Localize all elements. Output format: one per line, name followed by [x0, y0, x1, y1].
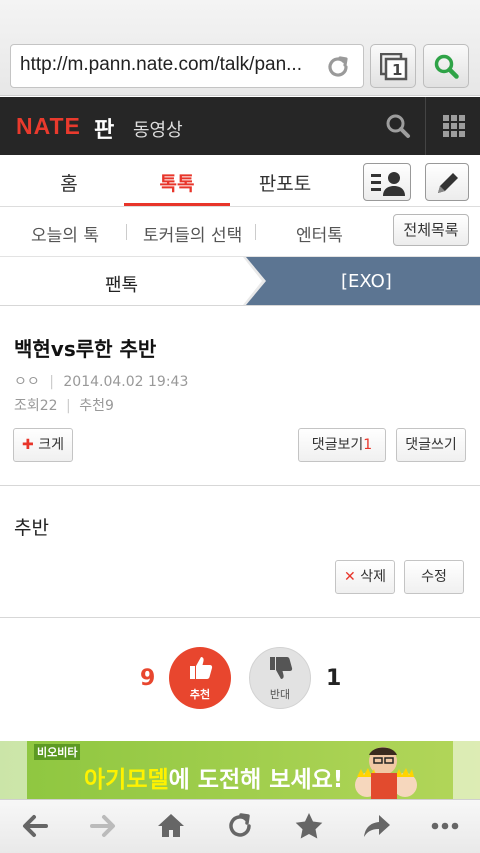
upvote-count: 9: [140, 666, 156, 691]
back-icon[interactable]: [20, 811, 50, 841]
tab-toktok[interactable]: 톡톡: [132, 169, 222, 196]
ad-brand: 비오비타: [34, 744, 81, 760]
recommend-count: 9: [104, 398, 114, 414]
font-size-label: 크게: [38, 437, 64, 453]
edit-button[interactable]: 수정: [404, 560, 464, 594]
breadcrumb: [0, 257, 480, 305]
my-page-button[interactable]: [363, 163, 411, 201]
reload-icon[interactable]: [225, 811, 255, 841]
reload-icon[interactable]: [323, 52, 353, 82]
baby-photo-image: [355, 747, 417, 799]
upvote-label: 추천: [189, 688, 211, 701]
downvote-count: 1: [326, 666, 342, 691]
views-count: 22: [39, 398, 58, 414]
submenu-today-talk[interactable]: 오늘의 톡: [31, 221, 99, 246]
tab-panphoto[interactable]: 판포토: [240, 169, 330, 196]
browser-search-button[interactable]: [423, 44, 469, 88]
post-title: 백현vs루한 추반: [14, 337, 157, 361]
write-post-button[interactable]: [425, 163, 469, 201]
submenu-entertalk[interactable]: 엔터톡: [296, 221, 343, 246]
post-date: 2014.04.02 19:43: [63, 374, 189, 390]
url-text[interactable]: http://m.pann.nate.com/talk/pan...: [20, 54, 320, 76]
tabs-button[interactable]: 1: [370, 44, 416, 88]
search-icon[interactable]: [385, 113, 411, 139]
home-icon[interactable]: [156, 811, 186, 841]
breadcrumb-parent[interactable]: 팬톡: [105, 271, 138, 297]
bookmark-star-icon[interactable]: [294, 811, 324, 841]
post-author: ㅇㅇ: [14, 374, 40, 390]
submenu-separator: [255, 224, 256, 240]
active-tab-indicator: [124, 203, 230, 206]
header-divider: [425, 97, 426, 155]
thumbs-up-icon: [190, 657, 213, 679]
post-body-divider: [0, 617, 480, 618]
font-size-button[interactable]: ✚ 크게: [13, 428, 73, 462]
post-meta: ㅇㅇ | 2014.04.02 19:43: [14, 374, 189, 390]
pann-label[interactable]: 판: [94, 112, 114, 144]
forward-icon[interactable]: [88, 811, 118, 841]
video-link[interactable]: 동영상: [133, 116, 183, 142]
share-icon[interactable]: [362, 811, 392, 841]
profile-list-icon: [371, 172, 405, 196]
tab-count: 1: [392, 61, 403, 79]
ad-text-rest: 에 도전해 보세요!: [168, 767, 344, 793]
submenu-separator: [126, 224, 127, 240]
tab-home[interactable]: 홈: [24, 169, 114, 196]
post-header-divider: [0, 485, 480, 486]
submenu-talkers-choice[interactable]: 토커들의 선택: [143, 221, 242, 246]
ad-text-highlight: 아기모델: [84, 767, 169, 793]
more-icon[interactable]: [430, 811, 460, 841]
post-body: 추반: [14, 517, 49, 539]
comment-count: 1: [363, 437, 373, 453]
views-label: 조회: [14, 398, 40, 414]
view-comments-label: 댓글보기: [311, 437, 364, 453]
pencil-icon: [438, 173, 458, 193]
plus-icon: ✚: [22, 437, 34, 453]
write-comment-button[interactable]: 댓글쓰기: [396, 428, 466, 462]
breadcrumb-current[interactable]: [EXO]: [341, 271, 392, 292]
view-comments-button[interactable]: 댓글보기1: [298, 428, 386, 462]
thumbs-down-icon: [270, 657, 293, 679]
post-stats: 조회22 | 추천9: [14, 398, 114, 414]
recommend-label: 추천: [79, 398, 105, 414]
search-icon: [434, 54, 459, 79]
full-list-button[interactable]: 전체목록: [393, 214, 469, 246]
grid-menu-icon[interactable]: [442, 114, 466, 138]
nate-logo[interactable]: NATE: [16, 113, 81, 140]
downvote-label: 반대: [269, 688, 291, 701]
breadcrumb-bottom-border: [0, 305, 480, 306]
delete-label: 삭제: [360, 569, 386, 585]
ad-text: 아기모델에 도전해 보세요!: [84, 760, 343, 794]
delete-x-icon: ✕: [344, 569, 356, 585]
delete-button[interactable]: ✕ 삭제: [335, 560, 395, 594]
